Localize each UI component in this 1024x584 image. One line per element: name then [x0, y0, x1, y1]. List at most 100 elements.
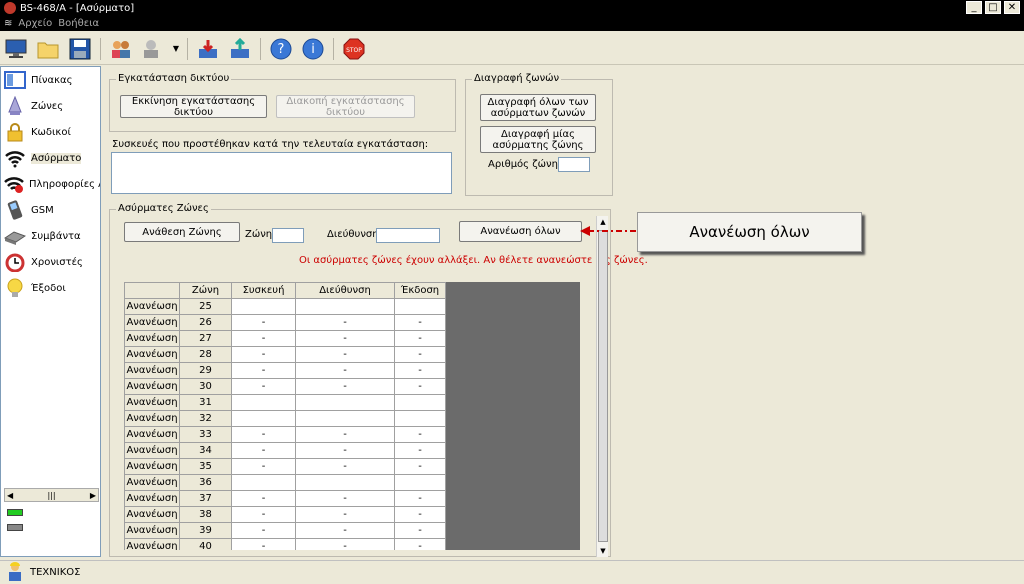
device-cell: -	[231, 442, 296, 459]
sidebar-item-wireless-info[interactable]: Πληροφορίες Ασ	[1, 171, 100, 197]
svg-text:?: ?	[278, 42, 285, 57]
zone-number-input[interactable]	[558, 157, 590, 172]
toolbar-separator	[100, 37, 101, 60]
zone-cell: 34	[179, 442, 232, 459]
refresh-row-button[interactable]: Ανανέωση	[124, 394, 180, 411]
scroll-thumb[interactable]	[598, 230, 608, 542]
devices-added-box[interactable]	[111, 152, 452, 194]
stop-network-install-button[interactable]: Διακοπή εγκατάστασης δικτύου	[276, 95, 415, 118]
sidebar-item-events[interactable]: Συμβάντα	[1, 223, 100, 249]
open-folder-icon[interactable]	[34, 35, 62, 63]
monitor-icon[interactable]	[2, 35, 30, 63]
clock-icon	[3, 251, 27, 273]
refresh-row-button[interactable]: Ανανέωση	[124, 490, 180, 507]
sidebar-item-label: Ασύρματο	[31, 152, 82, 164]
start-network-install-button[interactable]: Εκκίνηση εγκατάστασης δικτύου	[120, 95, 267, 118]
delete-one-zone-button[interactable]: Διαγραφή μίας ασύρματης ζώνης	[480, 126, 596, 153]
address-cell: -	[295, 314, 395, 331]
sidebar-item-wireless[interactable]: Ασύρματο	[1, 145, 100, 171]
table-row: Ανανέωση 29- - -	[124, 362, 446, 379]
device-cell: -	[231, 458, 296, 475]
menu-help[interactable]: Βοήθεια	[58, 18, 99, 29]
device-cell: -	[231, 522, 296, 539]
svg-text:i: i	[311, 42, 315, 57]
scroll-down-icon[interactable]: ▼	[597, 545, 609, 557]
address-cell: -	[295, 346, 395, 363]
upload-icon[interactable]	[226, 35, 254, 63]
version-cell: -	[394, 330, 446, 347]
refresh-row-button[interactable]: Ανανέωση	[124, 298, 180, 315]
delete-zones-legend: Διαγραφή ζωνών	[472, 73, 562, 84]
refresh-row-button[interactable]: Ανανέωση	[124, 330, 180, 347]
help-icon[interactable]: ?	[267, 35, 295, 63]
address-cell: -	[295, 522, 395, 539]
device-cell: -	[231, 362, 296, 379]
sidebar-item-zones[interactable]: Ζώνες	[1, 93, 100, 119]
sidebar-item-panel[interactable]: Πίνακας	[1, 67, 100, 93]
table-row: Ανανέωση 26- - -	[124, 314, 446, 331]
version-cell	[394, 474, 446, 491]
menu-file[interactable]: Αρχείο	[18, 18, 52, 29]
download-icon[interactable]	[194, 35, 222, 63]
users-icon[interactable]	[107, 35, 135, 63]
refresh-row-button[interactable]: Ανανέωση	[124, 474, 180, 491]
dropdown-arrow-icon[interactable]: ▼	[171, 35, 181, 63]
sidebar-item-label: Ζώνες	[31, 100, 64, 112]
lock-icon	[3, 121, 27, 143]
table-row: Ανανέωση 36	[124, 474, 446, 491]
assign-zone-button[interactable]: Ανάθεση Ζώνης	[124, 222, 240, 242]
version-cell: -	[394, 314, 446, 331]
zone-cell: 35	[179, 458, 232, 475]
zone-input[interactable]	[272, 228, 304, 243]
refresh-row-button[interactable]: Ανανέωση	[124, 442, 180, 459]
version-cell: -	[394, 378, 446, 395]
device-cell: -	[231, 346, 296, 363]
sidebar: Πίνακας Ζώνες Κωδικοί Ασύρματο Πληροφορί…	[0, 66, 101, 557]
sidebar-item-label: GSM	[31, 204, 54, 216]
maximize-button[interactable]: □	[985, 1, 1001, 14]
device-cell	[231, 298, 296, 315]
refresh-row-button[interactable]: Ανανέωση	[124, 362, 180, 379]
sidebar-item-gsm[interactable]: GSM	[1, 197, 100, 223]
technician-icon	[6, 561, 24, 584]
refresh-all-button[interactable]: Ανανέωση όλων	[459, 221, 582, 242]
column-header: Συσκευή	[231, 282, 296, 299]
panel-icon	[3, 69, 27, 91]
address-input[interactable]	[376, 228, 440, 243]
version-cell: -	[394, 426, 446, 443]
save-icon[interactable]	[66, 35, 94, 63]
refresh-row-button[interactable]: Ανανέωση	[124, 314, 180, 331]
scroll-right-icon[interactable]: ▶	[90, 491, 96, 500]
table-row: Ανανέωση 33- - -	[124, 426, 446, 443]
device-cell: -	[231, 378, 296, 395]
zone-cell: 38	[179, 506, 232, 523]
device-cell: -	[231, 314, 296, 331]
sidebar-item-codes[interactable]: Κωδικοί	[1, 119, 100, 145]
refresh-row-button[interactable]: Ανανέωση	[124, 506, 180, 523]
scroll-grip-icon: |||	[47, 490, 56, 500]
stop-icon[interactable]: STOP	[340, 35, 368, 63]
wireless-vscrollbar[interactable]: ▲ ▼	[596, 216, 608, 557]
version-cell: -	[394, 346, 446, 363]
minimize-button[interactable]: _	[966, 1, 982, 14]
refresh-row-button[interactable]: Ανανέωση	[124, 538, 180, 550]
refresh-row-button[interactable]: Ανανέωση	[124, 410, 180, 427]
events-icon	[3, 225, 27, 247]
table-row: Ανανέωση 30- - -	[124, 378, 446, 395]
refresh-row-button[interactable]: Ανανέωση	[124, 346, 180, 363]
sidebar-item-timers[interactable]: Χρονιστές	[1, 249, 100, 275]
refresh-row-button[interactable]: Ανανέωση	[124, 522, 180, 539]
close-button[interactable]: ✕	[1004, 1, 1020, 14]
user-settings-icon[interactable]	[139, 35, 167, 63]
scroll-left-icon[interactable]: ◀	[7, 491, 13, 500]
address-cell	[295, 474, 395, 491]
refresh-row-button[interactable]: Ανανέωση	[124, 458, 180, 475]
delete-all-zones-button[interactable]: Διαγραφή όλων των ασύρματων ζωνών	[480, 94, 596, 121]
column-header: Έκδοση	[394, 282, 446, 299]
sidebar-item-outputs[interactable]: Έξοδοι	[1, 275, 100, 301]
refresh-row-button[interactable]: Ανανέωση	[124, 378, 180, 395]
sidebar-hscrollbar[interactable]: ◀ ||| ▶	[4, 488, 99, 502]
version-cell: -	[394, 458, 446, 475]
info-icon[interactable]: i	[299, 35, 327, 63]
refresh-row-button[interactable]: Ανανέωση	[124, 426, 180, 443]
